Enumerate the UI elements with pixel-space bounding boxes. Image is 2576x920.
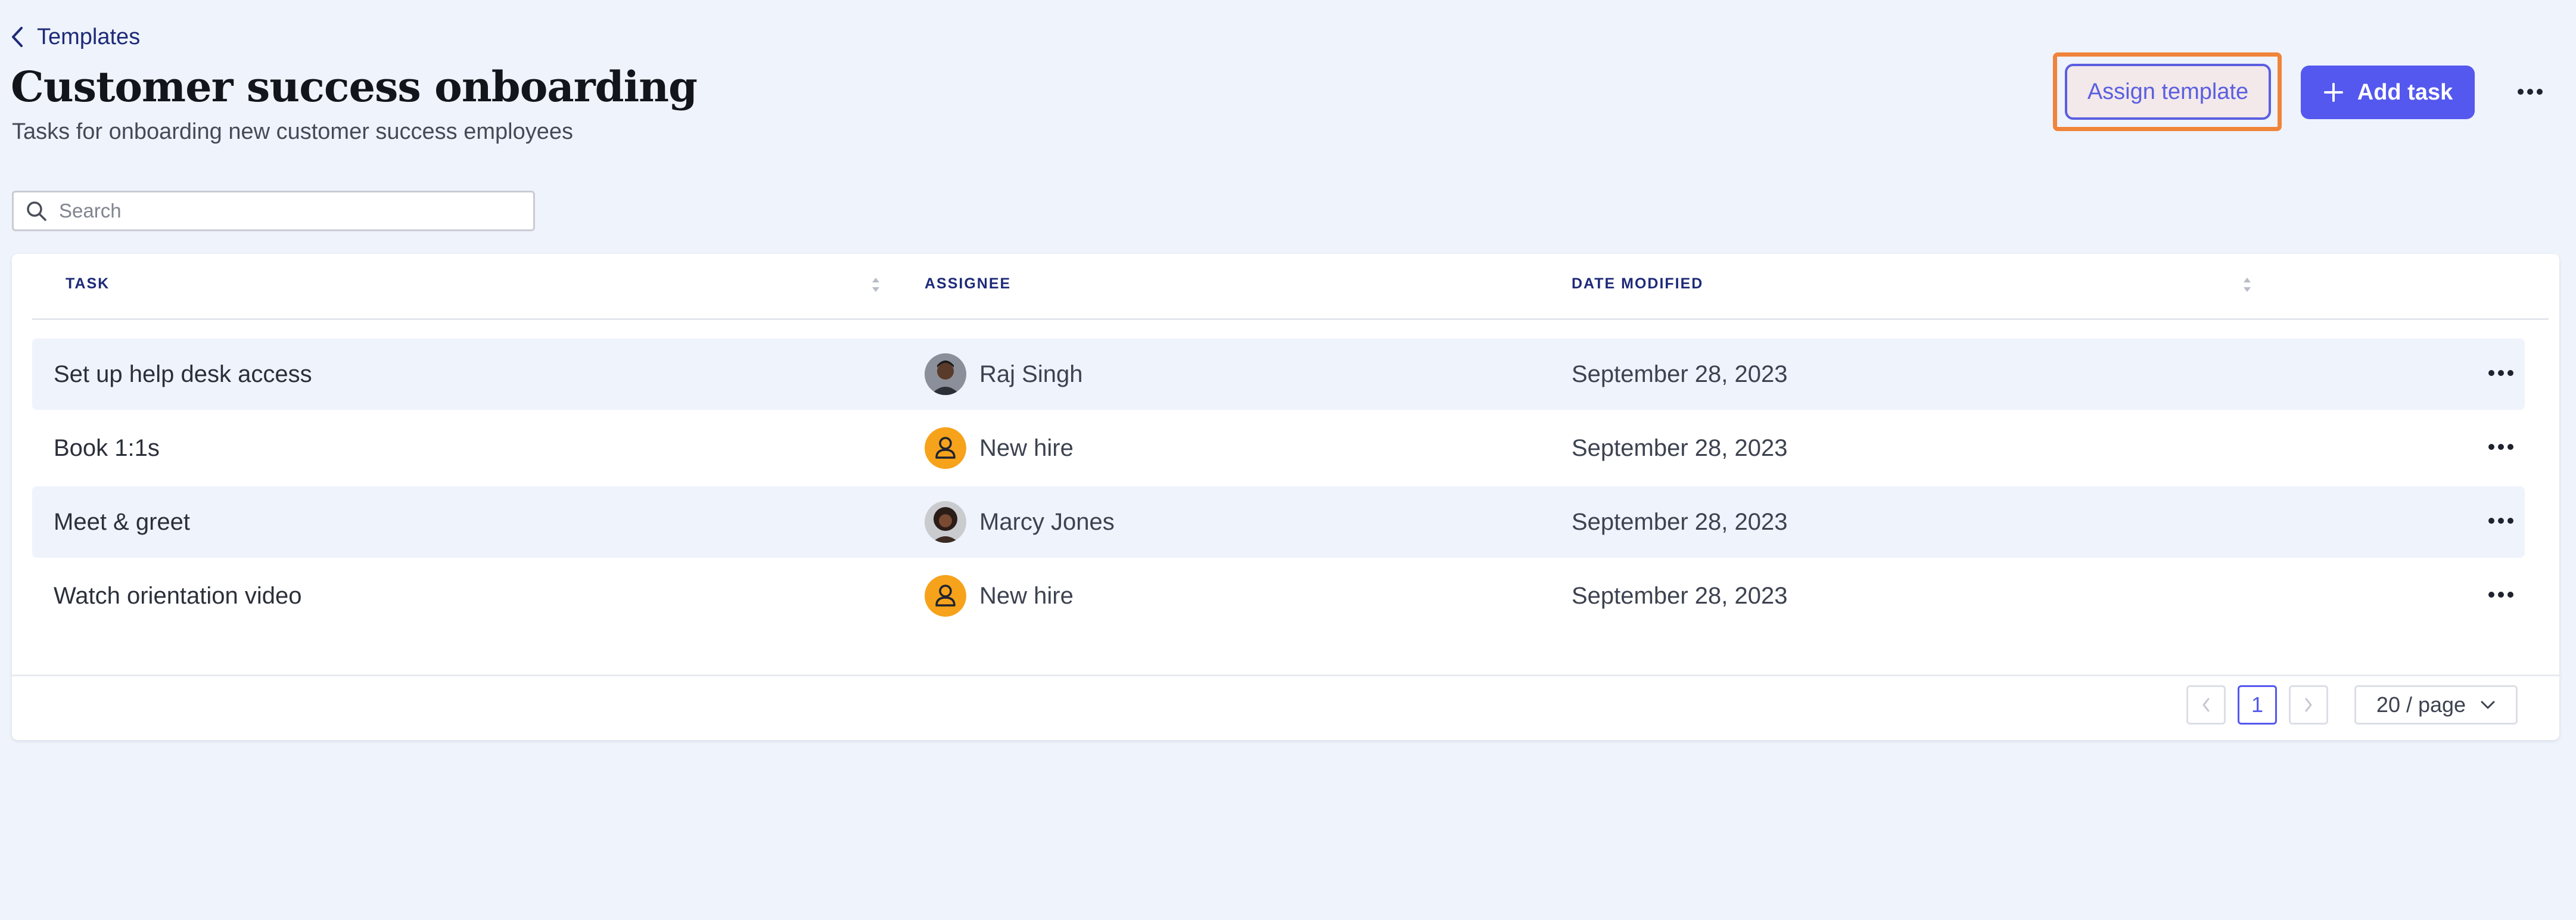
more-horizontal-icon: [2518, 89, 2543, 95]
chevron-left-icon: [12, 27, 23, 47]
search-field[interactable]: [12, 191, 535, 231]
table-header: TASK ASSIGNEE DATE MODIFIED: [32, 254, 2549, 320]
page-title: Customer success onboarding: [11, 62, 698, 111]
table-footer-divider: [12, 675, 2559, 676]
user-photo-icon: [925, 353, 966, 395]
more-horizontal-icon: [2488, 444, 2513, 450]
search-icon: [27, 201, 46, 221]
more-horizontal-icon: [2488, 592, 2513, 598]
date-modified: September 28, 2023: [1572, 582, 1788, 609]
row-more-actions-button[interactable]: [2482, 433, 2520, 461]
user-photo-icon: [925, 501, 966, 543]
column-header-assignee: ASSIGNEE: [925, 275, 1012, 292]
chevron-left-icon: [2202, 698, 2210, 712]
assignee-name: Marcy Jones: [979, 508, 1115, 535]
add-task-label: Add task: [2357, 79, 2453, 105]
search-input[interactable]: [58, 199, 533, 223]
previous-page-button[interactable]: [2186, 685, 2226, 725]
page-size-select[interactable]: 20 / page: [2354, 685, 2518, 725]
task-name: Set up help desk access: [54, 360, 312, 387]
sort-icon[interactable]: [870, 274, 882, 296]
assignee-cell: Marcy Jones: [925, 486, 1115, 558]
back-to-templates-link[interactable]: Templates: [11, 21, 140, 52]
assignee-name: New hire: [979, 582, 1074, 609]
avatar: [925, 575, 966, 617]
page-size-label: 20 / page: [2376, 692, 2466, 717]
next-page-button[interactable]: [2289, 685, 2328, 725]
task-name: Book 1:1s: [54, 434, 160, 461]
avatar: [925, 427, 966, 469]
sort-icon[interactable]: [2241, 274, 2253, 296]
table-row[interactable]: Meet & greet Marcy Jones September 28, 2…: [32, 486, 2525, 558]
page-subtitle: Tasks for onboarding new customer succes…: [12, 119, 574, 144]
task-name: Meet & greet: [54, 508, 191, 535]
person-icon: [925, 427, 966, 469]
avatar: [925, 353, 966, 395]
back-link-label: Templates: [37, 24, 141, 49]
assignee-cell: Raj Singh: [925, 338, 1082, 410]
page-more-actions-button[interactable]: [2509, 75, 2551, 108]
row-more-actions-button[interactable]: [2482, 506, 2520, 535]
more-horizontal-icon: [2488, 518, 2513, 524]
table-row[interactable]: Set up help desk access Raj Singh Septem…: [32, 338, 2525, 410]
assign-template-label: Assign template: [2087, 79, 2249, 104]
chevron-down-icon: [2481, 701, 2495, 709]
add-task-button[interactable]: Add task: [2301, 66, 2475, 119]
assignee-name: New hire: [979, 434, 1074, 461]
page-number-button[interactable]: 1: [2238, 685, 2277, 725]
assignee-name: Raj Singh: [979, 360, 1083, 387]
table-row[interactable]: Book 1:1s New hire September 28, 2023: [32, 412, 2525, 484]
current-page-label: 1: [2251, 692, 2264, 717]
column-header-date-modified: DATE MODIFIED: [1572, 275, 1704, 292]
column-header-task: TASK: [66, 275, 110, 292]
tasks-table-card: TASK ASSIGNEE DATE MODIFIED Set up help …: [12, 254, 2559, 740]
date-modified: September 28, 2023: [1572, 434, 1788, 461]
assignee-cell: New hire: [925, 412, 1074, 484]
row-more-actions-button[interactable]: [2482, 359, 2520, 387]
row-more-actions-button[interactable]: [2482, 580, 2520, 609]
chevron-right-icon: [2305, 698, 2312, 712]
person-icon: [925, 575, 966, 617]
date-modified: September 28, 2023: [1572, 508, 1788, 535]
assignee-cell: New hire: [925, 560, 1074, 632]
plus-icon: [2323, 83, 2343, 102]
date-modified: September 28, 2023: [1572, 360, 1788, 387]
more-horizontal-icon: [2488, 370, 2513, 376]
table-row[interactable]: Watch orientation video New hire Septemb…: [32, 560, 2525, 632]
assign-template-button[interactable]: Assign template: [2065, 64, 2271, 120]
task-name: Watch orientation video: [54, 582, 302, 609]
avatar: [925, 501, 966, 543]
